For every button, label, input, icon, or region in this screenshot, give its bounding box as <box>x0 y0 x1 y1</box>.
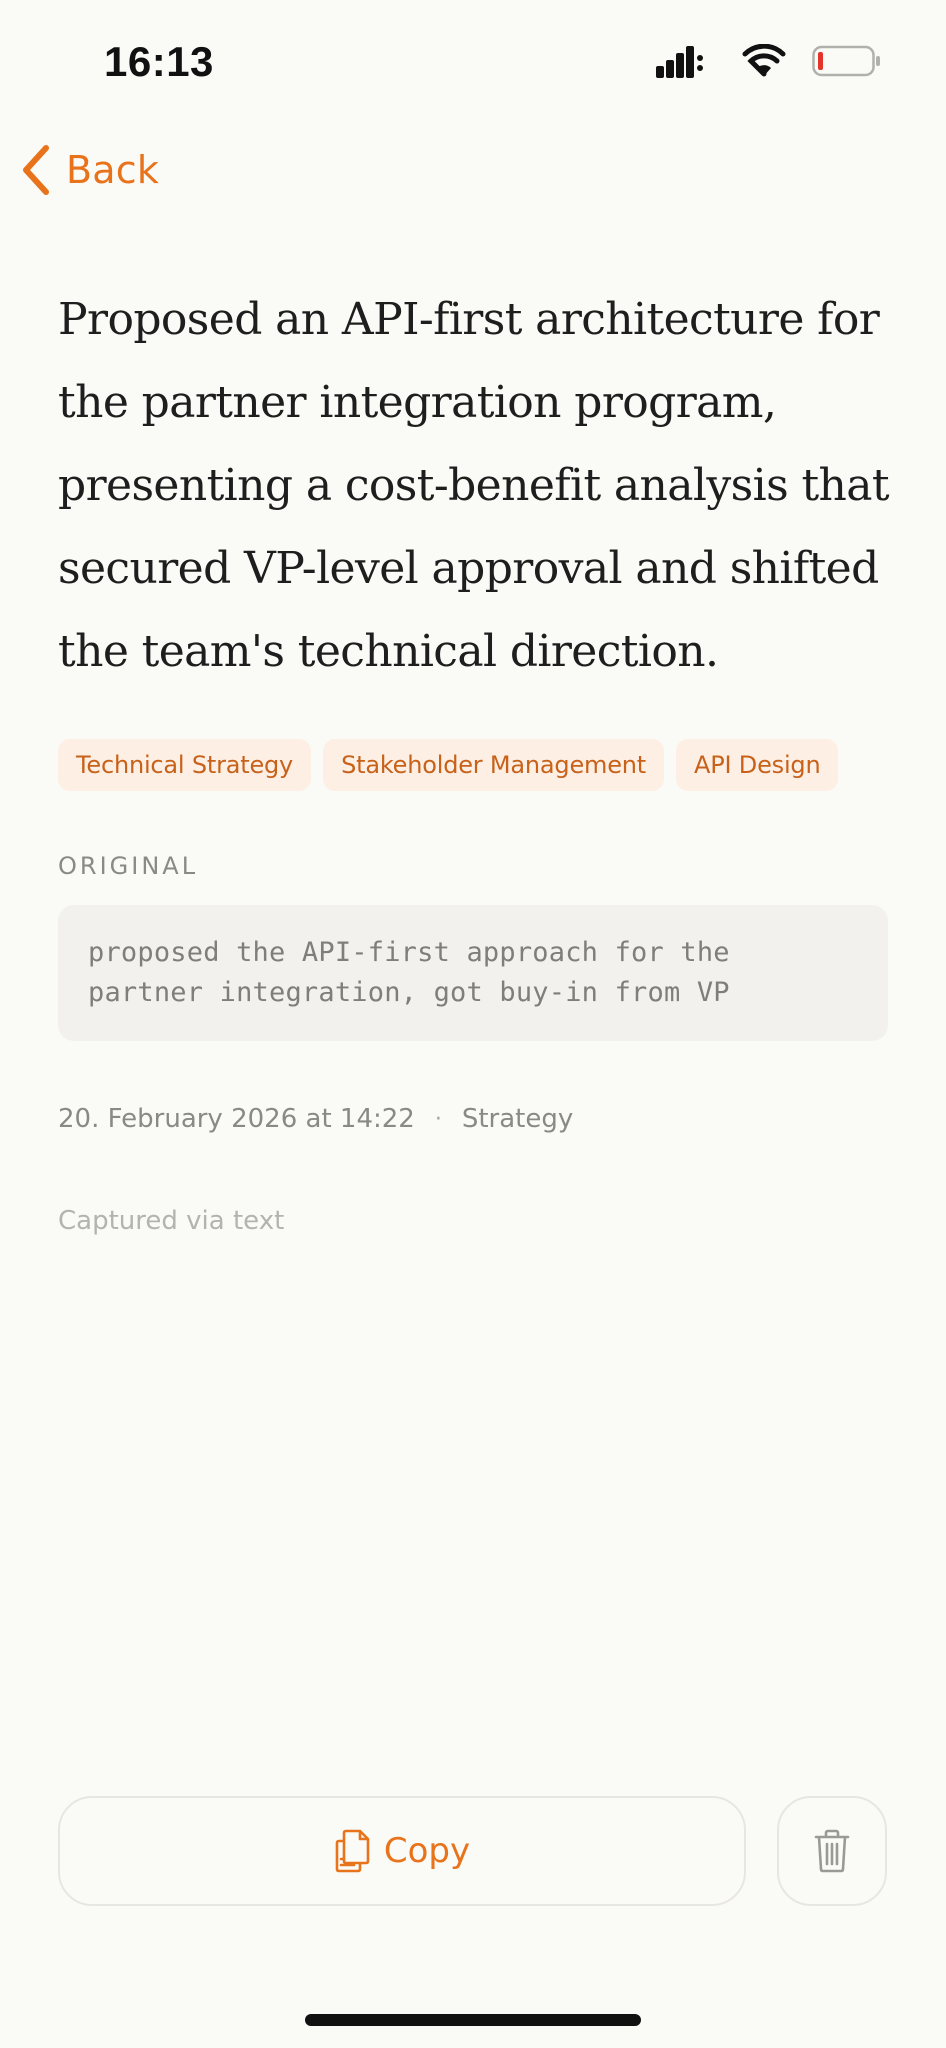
chevron-left-icon <box>23 145 49 195</box>
copy-document-icon <box>335 1829 370 1873</box>
entry-meta: 20. February 2026 at 14:22 · Strategy <box>58 1104 573 1134</box>
wifi-icon <box>742 44 786 77</box>
original-box: proposed the API-first approach for the … <box>58 905 888 1041</box>
back-button[interactable]: Back <box>18 140 159 200</box>
entry-text: Proposed an API-first architecture for t… <box>58 294 890 677</box>
meta-separator: · <box>434 1106 442 1132</box>
home-indicator[interactable] <box>305 2014 641 2026</box>
trash-icon <box>814 1829 850 1873</box>
copy-label: Copy <box>383 1831 471 1871</box>
back-label: Back <box>66 148 160 192</box>
capture-source: Captured via text <box>58 1206 285 1236</box>
copy-button[interactable]: Copy <box>58 1796 746 1906</box>
cellular-signal-icon <box>656 46 703 78</box>
delete-button[interactable] <box>777 1796 887 1906</box>
status-time: 16:13 <box>104 38 214 85</box>
status-bar: 16:13 <box>0 0 946 124</box>
tag-list: Technical Strategy Stakeholder Managemen… <box>58 739 839 791</box>
entry-date: 20. February 2026 at 14:22 <box>58 1104 415 1134</box>
tag-technical-strategy[interactable]: Technical Strategy <box>58 739 312 791</box>
tag-stakeholder-management[interactable]: Stakeholder Management <box>323 739 664 791</box>
original-text: proposed the API-first approach for the … <box>88 937 730 1008</box>
battery-low-icon <box>812 45 880 77</box>
tag-api-design[interactable]: API Design <box>676 739 839 791</box>
original-label: ORIGINAL <box>58 852 199 880</box>
entry-category: Strategy <box>461 1104 574 1134</box>
